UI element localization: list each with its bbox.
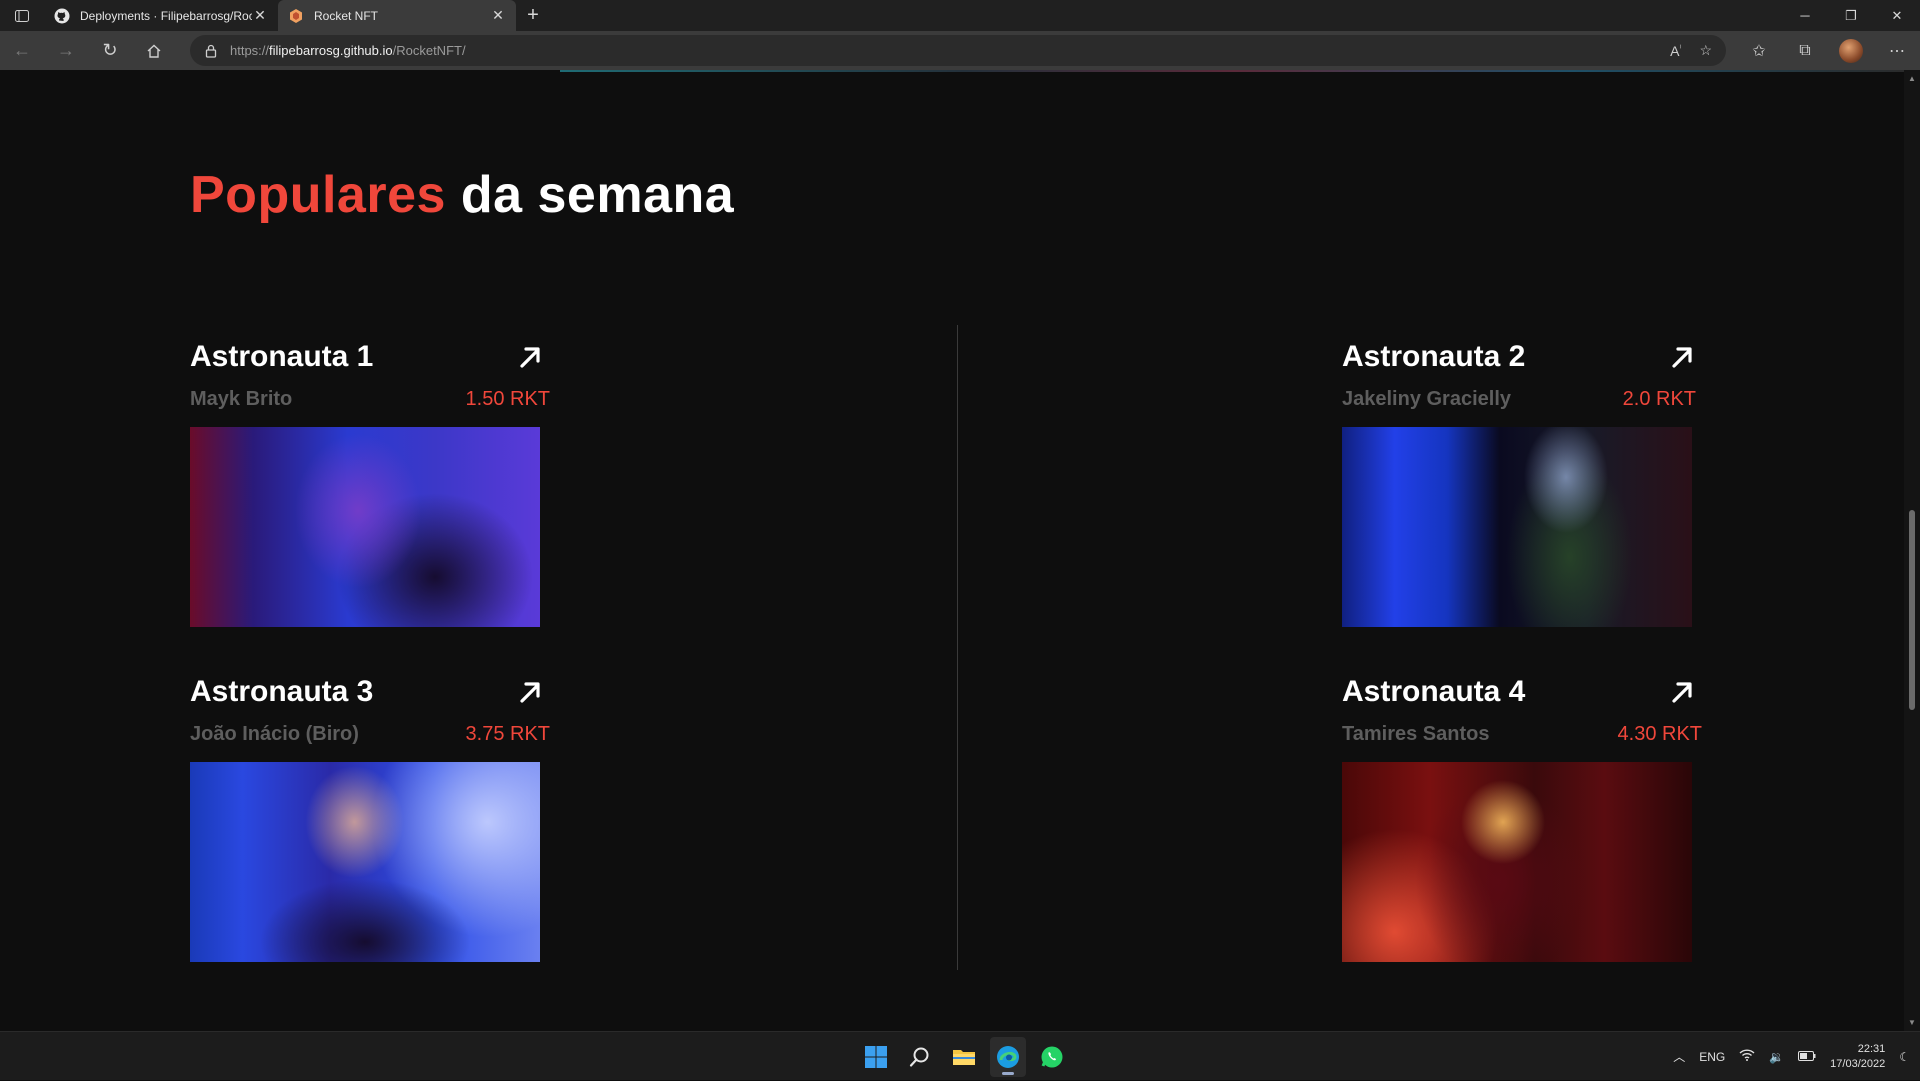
scroll-up-icon[interactable]: ▲ xyxy=(1908,74,1916,83)
nft-card[interactable]: Astronauta 4 Tamires Santos 4.30 RKT xyxy=(1342,675,1702,962)
collections-icon[interactable]: ⧉ xyxy=(1782,31,1828,70)
tab-bar: Deployments · Filipebarrosg/Roc ✕ Rocket… xyxy=(0,0,1920,31)
card-price: 3.75 RKT xyxy=(465,723,550,745)
card-price: 4.30 RKT xyxy=(1617,723,1702,745)
card-image[interactable] xyxy=(190,762,540,962)
tab-actions-icon[interactable] xyxy=(0,0,44,31)
card-title: Astronauta 3 xyxy=(190,675,374,708)
window-controls: ─ ❐ ✕ xyxy=(1782,0,1920,31)
add-favorite-icon[interactable]: ☆ xyxy=(1699,42,1712,59)
restore-icon[interactable]: ❐ xyxy=(1828,0,1874,31)
column-divider xyxy=(957,325,958,970)
new-tab-button[interactable]: + xyxy=(516,0,550,31)
refresh-icon[interactable]: ↻ xyxy=(88,31,132,70)
home-icon[interactable] xyxy=(132,31,176,70)
arrow-up-right-icon[interactable] xyxy=(516,678,544,706)
chevron-up-icon[interactable]: ︿ xyxy=(1673,1048,1685,1065)
card-author: João Inácio (Biro) xyxy=(190,723,359,745)
file-explorer-icon[interactable] xyxy=(946,1037,982,1077)
card-title: Astronauta 2 xyxy=(1342,340,1526,373)
language-indicator[interactable]: ENG xyxy=(1699,1050,1725,1064)
card-image[interactable] xyxy=(1342,762,1692,962)
section-title-rest: da semana xyxy=(445,166,735,224)
close-window-icon[interactable]: ✕ xyxy=(1874,0,1920,31)
close-tab-icon[interactable]: ✕ xyxy=(490,7,506,24)
clock[interactable]: 22:31 17/03/2022 xyxy=(1830,1042,1885,1072)
arrow-up-right-icon[interactable] xyxy=(1668,343,1696,371)
url-path: /RocketNFT/ xyxy=(392,43,466,58)
card-price: 1.50 RKT xyxy=(465,388,550,410)
card-price: 2.0 RKT xyxy=(1622,388,1696,410)
tab-title: Deployments · Filipebarrosg/Roc xyxy=(80,8,252,23)
nft-card[interactable]: Astronauta 2 Jakeliny Gracielly 2.0 RKT xyxy=(1342,340,1702,627)
nft-card[interactable]: Astronauta 3 João Inácio (Biro) 3.75 RKT xyxy=(190,675,550,962)
windows-start-icon[interactable] xyxy=(858,1037,894,1077)
url-text: https://filipebarrosg.github.io/RocketNF… xyxy=(230,43,466,58)
minimize-icon[interactable]: ─ xyxy=(1782,0,1828,31)
hero-image-edge xyxy=(560,70,1904,72)
read-aloud-icon[interactable]: A⁾ xyxy=(1670,43,1681,59)
whatsapp-icon[interactable] xyxy=(1034,1037,1070,1077)
volume-icon[interactable]: 🔉 xyxy=(1769,1050,1784,1064)
forward-icon[interactable]: → xyxy=(44,31,88,70)
address-bar[interactable]: https://filipebarrosg.github.io/RocketNF… xyxy=(190,35,1726,66)
notifications-icon[interactable]: ☾ xyxy=(1899,1050,1910,1064)
address-bar-actions: A⁾ ☆ xyxy=(1670,35,1712,66)
address-toolbar: ← → ↻ https://filipebarrosg.github.io/Ro… xyxy=(0,31,1920,70)
card-image[interactable] xyxy=(190,427,540,627)
clock-time: 22:31 xyxy=(1857,1042,1886,1055)
tab-title: Rocket NFT xyxy=(314,8,379,23)
back-icon[interactable]: ← xyxy=(0,31,44,70)
arrow-up-right-icon[interactable] xyxy=(516,343,544,371)
section-title: Populares da semana xyxy=(190,165,734,225)
battery-icon[interactable] xyxy=(1798,1050,1816,1064)
wifi-icon[interactable] xyxy=(1739,1049,1755,1064)
card-author: Tamires Santos xyxy=(1342,723,1490,745)
url-scheme: https:// xyxy=(230,43,270,58)
lock-icon[interactable] xyxy=(204,44,218,58)
clock-date: 17/03/2022 xyxy=(1830,1057,1886,1070)
favorites-icon[interactable]: ✩ xyxy=(1736,31,1782,70)
card-title: Astronauta 4 xyxy=(1342,675,1526,708)
search-icon[interactable] xyxy=(902,1037,938,1077)
github-icon xyxy=(54,8,70,24)
card-title: Astronauta 1 xyxy=(190,340,374,373)
avatar[interactable] xyxy=(1839,38,1863,63)
nft-card[interactable]: Astronauta 1 Mayk Brito 1.50 RKT xyxy=(190,340,550,627)
page-scrollbar[interactable]: ▲ ▼ xyxy=(1904,70,1920,1031)
system-tray: ︿ ENG 🔉 22:31 17/03/2022 ☾ xyxy=(1673,1032,1910,1081)
settings-more-icon[interactable]: ⋯ xyxy=(1874,31,1920,70)
taskbar: ︿ ENG 🔉 22:31 17/03/2022 ☾ xyxy=(0,1031,1920,1080)
close-tab-icon[interactable]: ✕ xyxy=(252,7,268,24)
arrow-up-right-icon[interactable] xyxy=(1668,678,1696,706)
url-host: filipebarrosg.github.io xyxy=(269,43,393,58)
section-title-accent: Populares xyxy=(190,166,446,224)
tab-deployments[interactable]: Deployments · Filipebarrosg/Roc ✕ xyxy=(44,0,278,31)
tab-rocket-nft[interactable]: Rocket NFT ✕ xyxy=(278,0,516,31)
scrollbar-thumb[interactable] xyxy=(1909,510,1915,710)
edge-icon[interactable] xyxy=(990,1036,1026,1077)
page-content: Populares da semana Astronauta 1 Mayk Br… xyxy=(0,70,1904,1031)
taskbar-apps xyxy=(858,1032,1070,1081)
card-image[interactable] xyxy=(1342,427,1692,627)
toolbar-right: ✩ ⧉ ⋯ xyxy=(1736,31,1920,70)
scroll-down-icon[interactable]: ▼ xyxy=(1908,1018,1916,1027)
rocket-nft-icon xyxy=(288,8,304,24)
card-author: Mayk Brito xyxy=(190,388,293,410)
card-author: Jakeliny Gracielly xyxy=(1342,388,1512,410)
